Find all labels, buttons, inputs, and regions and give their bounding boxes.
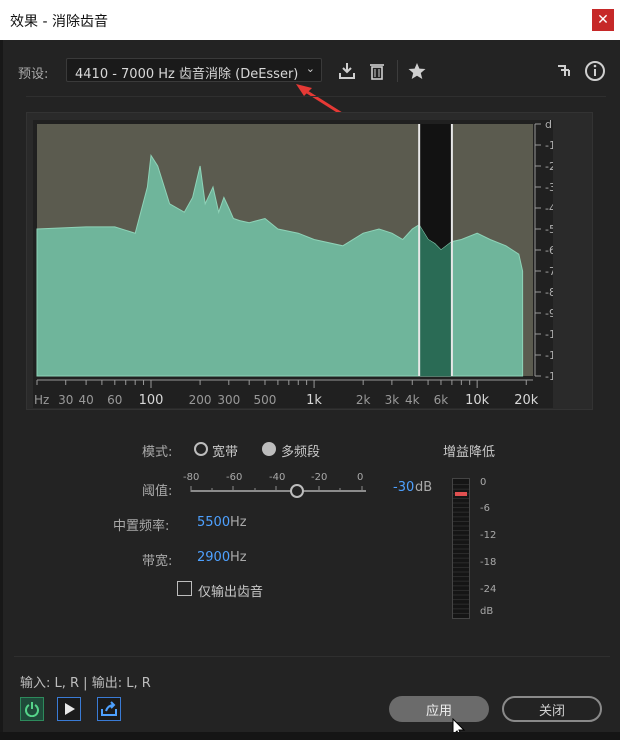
download-icon[interactable] bbox=[336, 60, 358, 82]
meter-segments bbox=[453, 484, 469, 614]
spectrum-graph[interactable]: dB -10 -20 -30 -40 -50 -60 -70 -80 -90 -100 -110 -12… bbox=[33, 120, 553, 408]
hz-tick-label: 20k bbox=[514, 393, 539, 408]
hz-tick-label: 4k bbox=[405, 393, 420, 407]
hz-tick-label: 2k bbox=[356, 393, 371, 407]
db-tick-label: -80 bbox=[545, 286, 553, 299]
center-frequency-label: 中置频率: bbox=[113, 519, 170, 534]
meter-label: -24 bbox=[480, 584, 497, 595]
db-tick-label: -20 bbox=[545, 160, 553, 173]
output-sibilance-label: 仅输出齿音 bbox=[198, 585, 264, 600]
db-tick-label: -10 bbox=[545, 139, 553, 152]
db-tick-label: -50 bbox=[545, 223, 553, 236]
window-title: 效果 - 消除齿音 bbox=[10, 14, 108, 30]
hz-tick-label: 300 bbox=[217, 393, 240, 407]
threshold-tick: -60 bbox=[226, 472, 243, 483]
hz-tick-label: 40 bbox=[78, 393, 93, 407]
export-icon bbox=[101, 701, 117, 716]
threshold-slider-ticks bbox=[190, 486, 363, 492]
star-icon[interactable] bbox=[406, 60, 428, 82]
db-tick-label: dB bbox=[545, 120, 553, 131]
hz-tick-label: 10k bbox=[465, 393, 490, 408]
gain-reduction-title: 增益降低 bbox=[443, 445, 496, 460]
mode-wideband-label: 宽带 bbox=[212, 445, 239, 460]
power-icon bbox=[25, 702, 39, 717]
hz-tick-label: 6k bbox=[434, 393, 449, 407]
trash-icon[interactable] bbox=[366, 60, 388, 82]
bottom-strip bbox=[0, 732, 620, 740]
hz-tick-label: 500 bbox=[254, 393, 277, 407]
bandwidth-label: 带宽: bbox=[142, 554, 173, 569]
mode-multiband-radio[interactable] bbox=[262, 442, 276, 456]
bandwidth-value[interactable]: 2900 bbox=[197, 550, 230, 565]
close-icon: ✕ bbox=[597, 12, 609, 28]
mode-wideband-radio[interactable] bbox=[194, 442, 208, 456]
bandwidth-unit: Hz bbox=[230, 550, 247, 565]
meter-label: 0 bbox=[480, 477, 487, 488]
window-close-button[interactable]: ✕ bbox=[592, 9, 614, 31]
routing-icon[interactable] bbox=[554, 60, 576, 82]
left-edge bbox=[0, 40, 3, 740]
hz-tick-label: 200 bbox=[189, 393, 212, 407]
threshold-slider-handle[interactable] bbox=[290, 484, 304, 498]
threshold-tick: -20 bbox=[311, 472, 328, 483]
center-frequency-value[interactable]: 5500 bbox=[197, 515, 230, 530]
db-tick-label: -90 bbox=[545, 307, 553, 320]
hz-tick-label: 60 bbox=[107, 393, 122, 407]
preset-label: 预设: bbox=[18, 67, 49, 82]
db-tick-label: -70 bbox=[545, 265, 553, 278]
io-routing-text: 输入: L, R | 输出: L, R bbox=[20, 676, 151, 691]
chevron-down-icon: ⌄ bbox=[305, 62, 315, 75]
db-tick-label: -110 bbox=[545, 349, 553, 362]
close-button[interactable]: 关闭 bbox=[502, 696, 602, 722]
threshold-unit: dB bbox=[415, 480, 433, 495]
meter-label: -18 bbox=[480, 557, 497, 568]
apply-button[interactable]: 应用 bbox=[389, 696, 489, 722]
power-button[interactable] bbox=[20, 697, 44, 721]
preset-dropdown[interactable]: 4410 - 7000 Hz 齿音消除 (DeEsser) ⌄ bbox=[66, 58, 322, 82]
db-tick-label: -40 bbox=[545, 202, 553, 215]
hz-tick-label: 1k bbox=[306, 393, 322, 408]
meter-label: -6 bbox=[480, 503, 490, 514]
threshold-value[interactable]: -30 bbox=[393, 480, 414, 495]
info-icon[interactable] bbox=[584, 60, 606, 82]
toolbar-separator bbox=[397, 60, 398, 82]
divider bbox=[14, 656, 610, 657]
title-bar: 效果 - 消除齿音 ✕ bbox=[0, 0, 620, 40]
preset-value: 4410 - 7000 Hz 齿音消除 (DeEsser) bbox=[75, 67, 299, 82]
hz-tick-label: Hz bbox=[34, 393, 49, 407]
mode-multiband-label: 多频段 bbox=[281, 445, 321, 460]
threshold-tick: 0 bbox=[357, 472, 364, 483]
db-tick-label: -120 bbox=[545, 370, 553, 383]
db-tick-label: -60 bbox=[545, 244, 553, 257]
center-frequency-unit: Hz bbox=[230, 515, 247, 530]
output-sibilance-checkbox[interactable] bbox=[177, 581, 192, 596]
db-tick-label: -100 bbox=[545, 328, 553, 341]
play-button[interactable] bbox=[57, 697, 81, 721]
loop-button[interactable] bbox=[97, 697, 121, 721]
play-icon bbox=[65, 703, 75, 715]
meter-label: -12 bbox=[480, 530, 497, 541]
threshold-label: 阈值: bbox=[142, 484, 173, 499]
hz-tick-label: 30 bbox=[58, 393, 73, 407]
db-tick-label: -30 bbox=[545, 181, 553, 194]
divider bbox=[26, 96, 606, 97]
threshold-tick: -40 bbox=[269, 472, 286, 483]
hz-tick-label: 100 bbox=[139, 393, 164, 408]
mode-label: 模式: bbox=[142, 445, 173, 460]
hz-tick-label: 3k bbox=[385, 393, 400, 407]
meter-label: dB bbox=[480, 606, 494, 617]
meter-peak-indicator bbox=[455, 492, 467, 496]
threshold-tick: -80 bbox=[183, 472, 200, 483]
